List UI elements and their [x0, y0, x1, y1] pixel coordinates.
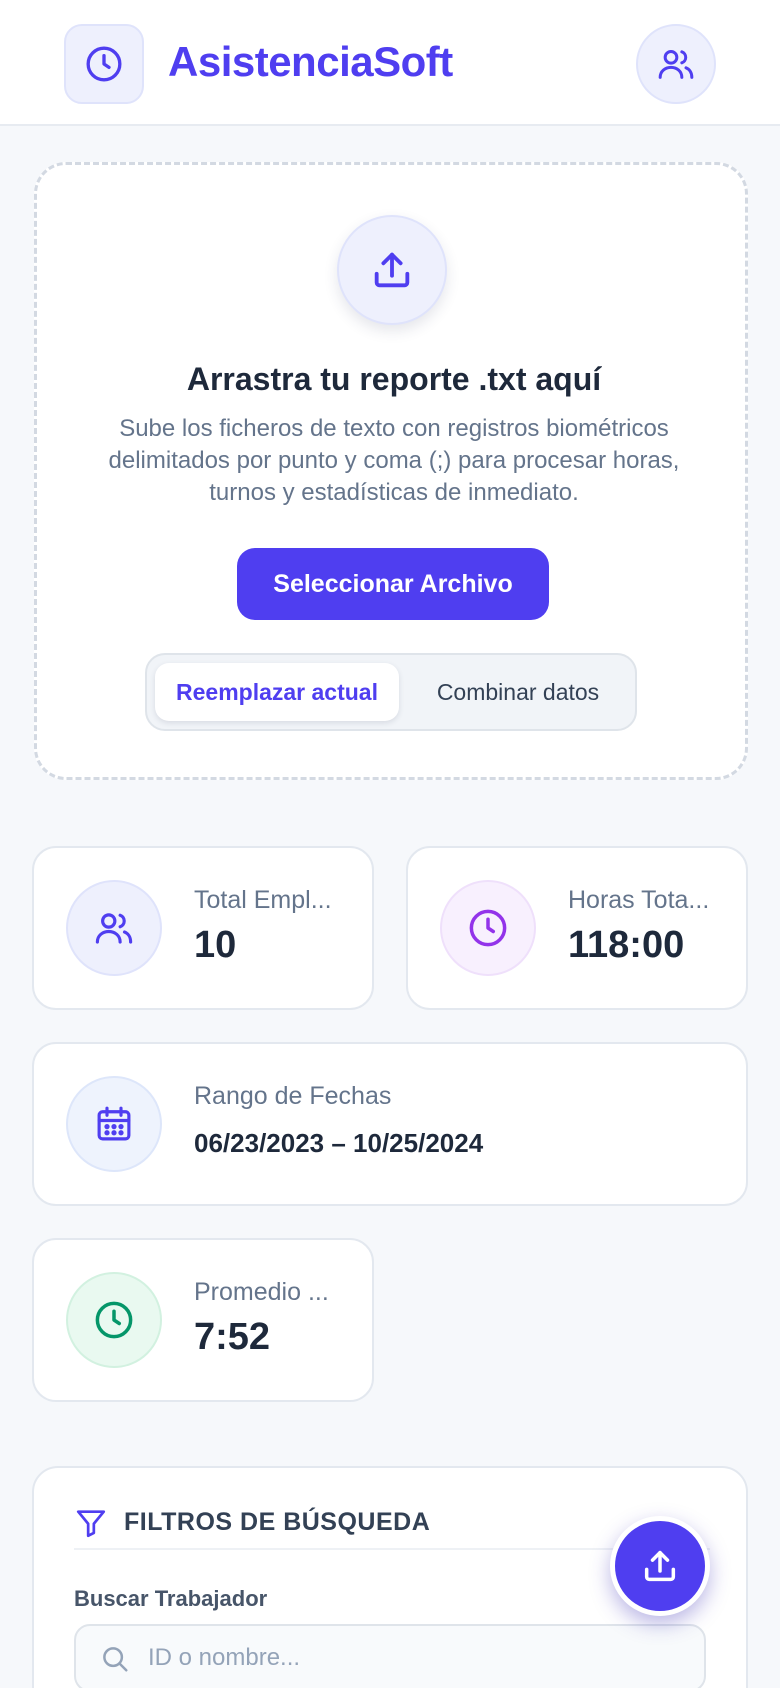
stat-value: 7:52 [194, 1316, 271, 1358]
average-icon-badge [66, 1272, 162, 1368]
stat-label: Rango de Fechas [194, 1082, 392, 1110]
upload-icon-badge [337, 215, 447, 325]
search-field [74, 1624, 706, 1688]
stat-card-hours: Horas Tota... 118:00 [406, 846, 748, 1010]
date-range-icon-badge [66, 1076, 162, 1172]
upload-icon [374, 252, 410, 288]
upload-title: Arrastra tu reporte .txt aquí [186, 361, 602, 397]
search-label: Buscar Trabajador [74, 1586, 268, 1611]
clock-icon [469, 909, 507, 947]
stat-value: 10 [194, 924, 237, 966]
calendar-icon [97, 1106, 131, 1141]
mode-merge-option[interactable]: Combinar datos [407, 663, 629, 721]
import-mode-toggle: Reemplazar actual Combinar datos [145, 653, 637, 731]
logo-badge [64, 24, 144, 104]
upload-fab-button[interactable] [610, 1516, 710, 1616]
app-title: AsistenciaSoft [168, 38, 453, 85]
stat-label: Horas Tota... [568, 886, 710, 914]
search-icon [103, 1647, 128, 1672]
mode-replace-option[interactable]: Reemplazar actual [155, 663, 399, 721]
upload-dropzone[interactable]: Arrastra tu reporte .txt aquí Sube los f… [34, 162, 748, 780]
page: AsistenciaSoft Arrastra tu reporte .txt … [0, 0, 780, 1688]
employees-icon-badge [66, 880, 162, 976]
stat-value: 06/23/2023 – 10/25/2024 [194, 1128, 484, 1158]
upload-icon [644, 1550, 676, 1582]
clock-icon [86, 46, 122, 82]
app-header: AsistenciaSoft [0, 0, 780, 126]
select-file-button[interactable]: Seleccionar Archivo [237, 548, 549, 620]
clock-icon [95, 1301, 133, 1339]
search-input[interactable] [148, 1626, 688, 1688]
hours-icon-badge [440, 880, 536, 976]
stat-card-employees: Total Empl... 10 [32, 846, 374, 1010]
stat-value: 118:00 [568, 924, 685, 966]
users-button[interactable] [636, 24, 716, 104]
upload-description: Sube los ficheros de texto con registros… [108, 415, 680, 506]
users-icon [658, 50, 694, 79]
filters-title: FILTROS DE BÚSQUEDA [124, 1508, 431, 1536]
stat-card-date-range: Rango de Fechas 06/23/2023 – 10/25/2024 [32, 1042, 748, 1206]
users-icon [95, 913, 133, 944]
stat-label: Promedio ... [194, 1278, 329, 1306]
stat-label: Total Empl... [194, 886, 332, 914]
filter-icon [76, 1510, 106, 1538]
stat-card-average: Promedio ... 7:52 [32, 1238, 374, 1402]
